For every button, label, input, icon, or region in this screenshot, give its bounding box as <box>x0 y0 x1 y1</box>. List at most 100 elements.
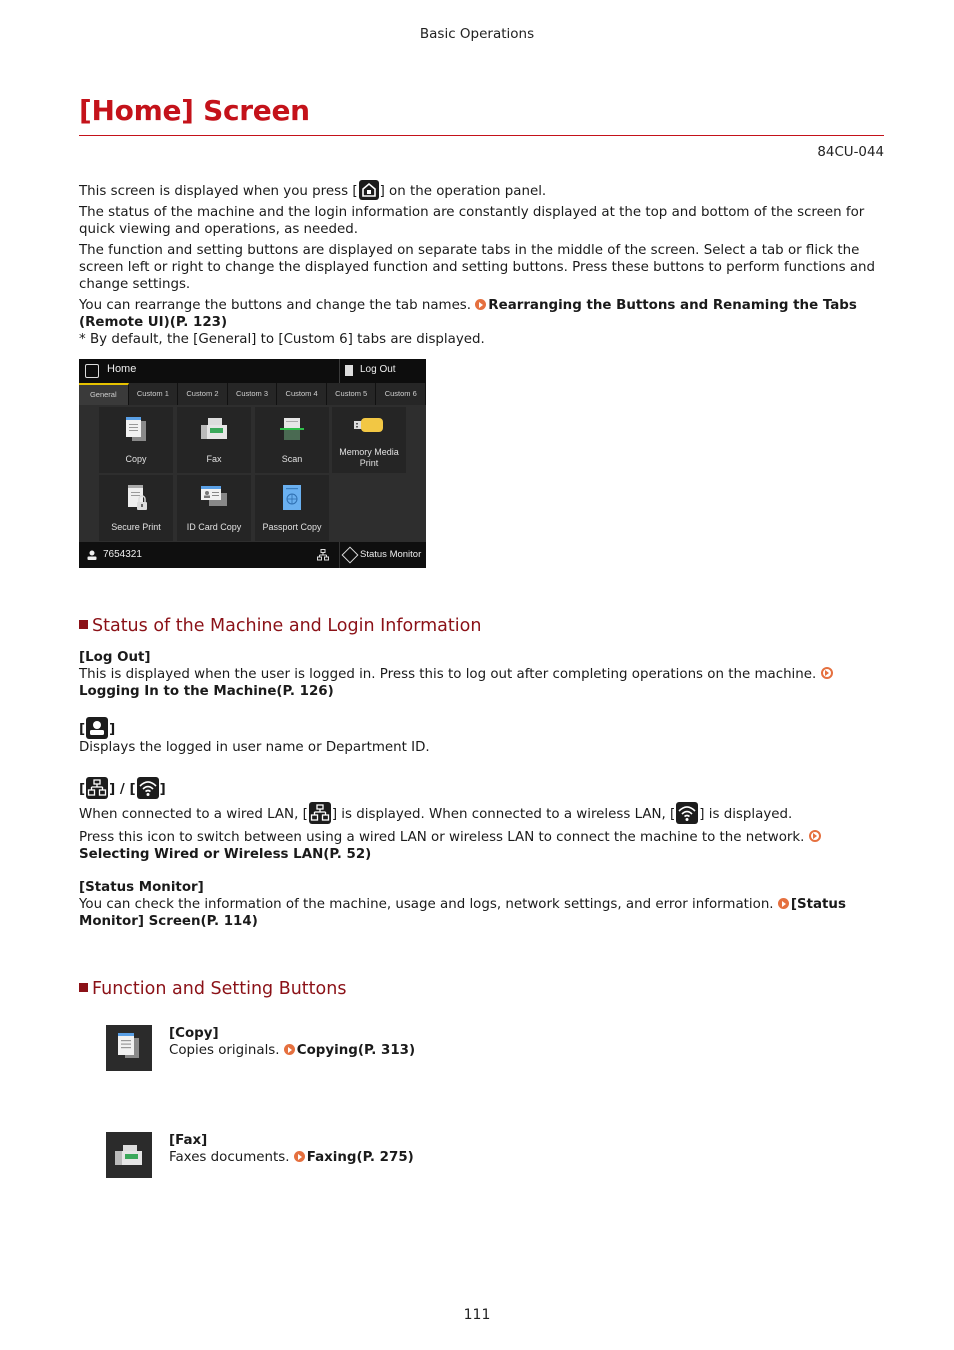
link-arrow-icon <box>820 667 833 679</box>
wired-lan-icon <box>308 802 331 824</box>
bracket: [ <box>79 782 86 797</box>
entry-term: [Status Monitor] <box>79 880 204 895</box>
separator: ] / [ <box>109 782 136 797</box>
device-status-monitor-label: Status Monitor <box>360 549 422 560</box>
link-arrow-icon <box>777 898 789 909</box>
entry-user: [] Displays the logged in user name or D… <box>79 717 889 756</box>
entry-text: When connected to a wired LAN, [ <box>79 807 308 822</box>
function-item-text: [Copy] Copies originals. Copying(P. 313) <box>169 1025 869 1059</box>
scan-icon <box>280 418 304 440</box>
intro-section: This screen is displayed when you press … <box>79 180 889 348</box>
device-tab-general[interactable]: General <box>79 383 129 405</box>
entry-description: You can check the information of the mac… <box>79 896 889 930</box>
device-button-label: Passport Copy <box>262 522 322 532</box>
entry-term: [Log Out] <box>79 650 151 665</box>
intro-text: ] on the operation panel. <box>379 184 547 199</box>
link-arrow-icon <box>293 1151 305 1162</box>
user-icon <box>87 550 97 560</box>
section-heading-functions: Function and Setting Buttons <box>79 979 346 999</box>
bracket: [ <box>79 722 86 737</box>
section-bullet-icon <box>79 620 88 629</box>
section-heading-text: Function and Setting Buttons <box>92 979 347 999</box>
status-monitor-icon <box>341 546 359 564</box>
wired-lan-icon[interactable] <box>317 549 329 561</box>
device-scan-button[interactable]: Scan <box>255 407 329 473</box>
intro-paragraph-4: You can rearrange the buttons and change… <box>79 297 889 331</box>
function-desc-text: Copies originals. <box>169 1043 284 1058</box>
device-button-label: Copy <box>125 454 147 464</box>
logout-icon <box>345 365 353 376</box>
copy-icon <box>126 417 146 441</box>
device-tab-custom-2[interactable]: Custom 2 <box>178 383 228 405</box>
entry-description: Press this icon to switch between using … <box>79 829 889 863</box>
faxing-link[interactable]: Faxing(P. 275) <box>307 1150 414 1165</box>
device-tab-custom-1[interactable]: Custom 1 <box>128 383 179 405</box>
link-arrow-icon <box>808 830 821 842</box>
device-status-bar: Home Log Out <box>79 359 426 383</box>
fax-icon <box>201 418 227 439</box>
intro-text: You can rearrange the buttons and change… <box>79 298 476 313</box>
device-tab-custom-3[interactable]: Custom 3 <box>227 383 278 405</box>
bracket: ] <box>109 722 116 737</box>
device-status-monitor-button[interactable]: Status Monitor <box>339 542 426 568</box>
link-arrow-icon <box>475 299 487 310</box>
device-tab-custom-4[interactable]: Custom 4 <box>277 383 327 405</box>
logging-in-link[interactable]: Logging In to the Machine(P. 126) <box>79 684 334 699</box>
device-user-id: 7654321 <box>103 549 142 560</box>
device-passport-copy-button[interactable]: Passport Copy <box>255 475 329 541</box>
wireless-lan-icon <box>676 802 699 824</box>
copy-icon <box>106 1025 152 1071</box>
device-button-label: ID Card Copy <box>186 522 242 532</box>
wired-lan-icon <box>86 777 109 799</box>
entry-description: Displays the logged in user name or Depa… <box>79 740 430 755</box>
device-button-label: Secure Print <box>111 522 161 532</box>
section-heading-status: Status of the Machine and Login Informat… <box>79 616 481 636</box>
page-number: 111 <box>463 1307 491 1323</box>
id-card-icon <box>201 486 227 506</box>
entry-text: Press this icon to switch between using … <box>79 830 809 845</box>
device-button-label: Memory Media Print <box>339 447 399 468</box>
function-term: [Fax] <box>169 1133 208 1148</box>
bracket: ] <box>159 782 166 797</box>
copying-link[interactable]: Copying(P. 313) <box>297 1043 415 1058</box>
device-bottom-bar: 7654321 Status Monitor <box>79 542 426 568</box>
device-tab-custom-6[interactable]: Custom 6 <box>376 383 426 405</box>
passport-icon <box>283 485 301 510</box>
secure-print-icon <box>128 485 147 510</box>
device-logout-button[interactable]: Log Out <box>339 359 426 383</box>
usb-memory-icon <box>354 418 383 432</box>
device-button-label: Fax <box>206 454 222 464</box>
running-header: Basic Operations <box>419 26 535 42</box>
device-logout-label: Log Out <box>360 364 396 375</box>
device-id-card-copy-button[interactable]: ID Card Copy <box>177 475 251 541</box>
device-secure-print-button[interactable]: Secure Print <box>99 475 173 541</box>
function-description: Copies originals. Copying(P. 313) <box>169 1042 869 1059</box>
intro-paragraph-2: The status of the machine and the login … <box>79 205 865 237</box>
device-fax-button[interactable]: Fax <box>177 407 251 473</box>
device-function-grid: Copy Fax Scan Memory Media Print Secure … <box>79 405 426 542</box>
user-icon <box>86 717 109 739</box>
section-heading-text: Status of the Machine and Login Informat… <box>92 616 482 636</box>
intro-paragraph-3: The function and setting buttons are dis… <box>79 243 876 292</box>
home-key-icon <box>358 180 379 200</box>
function-description: Faxes documents. Faxing(P. 275) <box>169 1149 869 1166</box>
selecting-lan-link[interactable]: Selecting Wired or Wireless LAN(P. 52) <box>79 847 371 862</box>
fax-icon <box>106 1132 152 1178</box>
device-tab-bar: General Custom 1 Custom 2 Custom 3 Custo… <box>79 383 426 405</box>
device-copy-button[interactable]: Copy <box>99 407 173 473</box>
title-divider <box>79 135 884 136</box>
entry-text: You can check the information of the mac… <box>79 897 778 912</box>
intro-note: * By default, the [General] to [Custom 6… <box>79 332 485 347</box>
function-desc-text: Faxes documents. <box>169 1150 294 1165</box>
section-bullet-icon <box>79 983 88 992</box>
entry-text: ] is displayed. When connected to a wire… <box>331 807 676 822</box>
intro-text: This screen is displayed when you press … <box>79 184 358 199</box>
device-home-label: Home <box>107 363 137 375</box>
entry-term: [] <box>79 717 889 739</box>
function-term: [Copy] <box>169 1026 219 1041</box>
intro-line-1: This screen is displayed when you press … <box>79 180 889 200</box>
device-memory-media-print-button[interactable]: Memory Media Print <box>332 407 406 473</box>
device-tab-custom-5[interactable]: Custom 5 <box>326 383 377 405</box>
entry-description: This is displayed when the user is logge… <box>79 666 889 700</box>
document-id: 84CU-044 <box>817 145 884 160</box>
